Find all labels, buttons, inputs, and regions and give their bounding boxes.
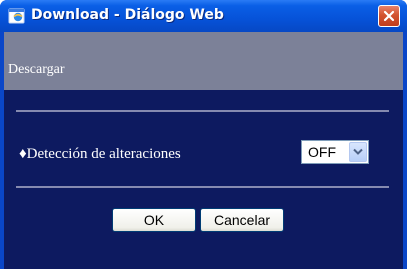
select-value: OFF <box>308 144 336 160</box>
dialog-body: Descargar ♦Detección de alteraciones OFF… <box>4 32 403 269</box>
window-title: Download - Diálogo Web <box>31 7 224 23</box>
title-bar[interactable]: Download - Diálogo Web <box>0 0 407 32</box>
dialog-window: Download - Diálogo Web Descargar ♦Detecc… <box>0 0 407 269</box>
tamper-detection-label: ♦Detección de alteraciones <box>19 146 181 162</box>
divider-top <box>16 110 389 112</box>
ok-button[interactable]: OK <box>112 208 196 232</box>
close-button[interactable] <box>378 5 400 27</box>
chevron-down-icon <box>353 148 363 155</box>
browser-icon <box>8 8 25 24</box>
divider-bottom <box>16 186 389 188</box>
tamper-detection-select[interactable]: OFF <box>301 140 369 164</box>
section-title: Descargar <box>8 62 65 77</box>
close-icon <box>383 10 395 22</box>
select-dropdown-button[interactable] <box>349 142 367 162</box>
cancel-button[interactable]: Cancelar <box>200 208 284 232</box>
section-header: Descargar <box>4 32 403 90</box>
